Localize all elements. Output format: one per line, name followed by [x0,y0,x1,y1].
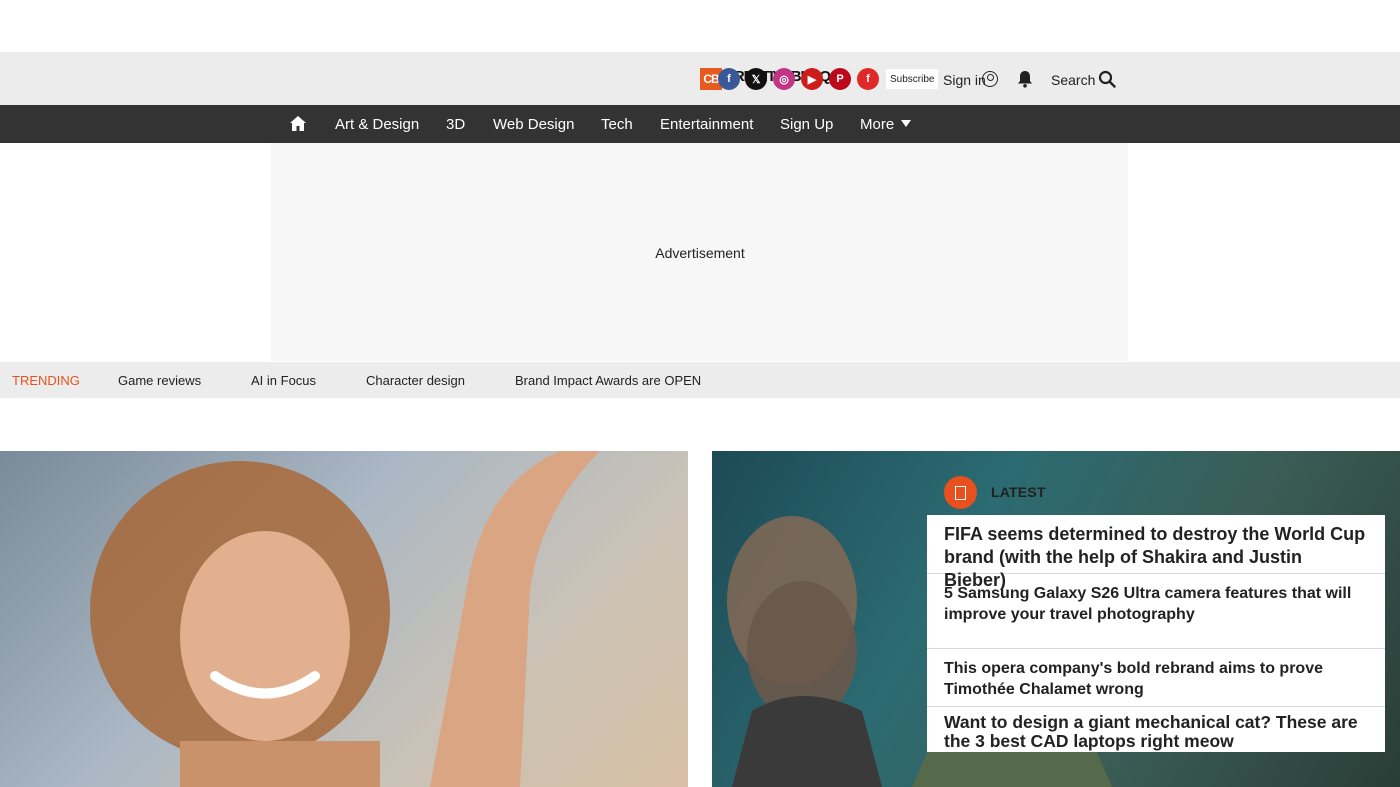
instagram-icon[interactable]: ◎ [773,68,795,90]
flipboard-icon[interactable]: f [857,68,879,90]
nav-item-web-design[interactable]: Web Design [493,116,574,133]
nav-item-3d[interactable]: 3D [446,116,465,133]
trending-link[interactable]: Character design [366,373,465,388]
trending-link[interactable]: AI in Focus [251,373,316,388]
nav-item-tech[interactable]: Tech [601,116,633,133]
latest-title: LATEST [991,484,1046,500]
nav-item-more[interactable]: More [860,116,894,133]
youtube-icon[interactable]: ▶ [801,68,823,90]
nav-item-art-design[interactable]: Art & Design [335,116,419,133]
latest-item[interactable]: Want to design a giant mechanical cat? T… [927,707,1385,752]
x-icon[interactable]: 𝕏 [745,68,767,90]
trending-link[interactable]: Game reviews [118,373,201,388]
bell-icon[interactable] [1017,70,1033,88]
latest-item[interactable]: This opera company's bold rebrand aims t… [927,649,1385,707]
trending-bar: TRENDING Game reviews AI in Focus Charac… [0,362,1400,398]
nav-item-entertainment[interactable]: Entertainment [660,116,753,133]
search-icon[interactable] [1098,70,1116,88]
latest-item[interactable]: FIFA seems determined to destroy the Wor… [927,515,1385,590]
signin-link[interactable]: Sign in [943,72,986,88]
nav-item-sign-up[interactable]: Sign Up [780,116,833,133]
main-nav: Art & Design 3D Web Design Tech Entertai… [0,105,1400,143]
logo-text: CB [703,72,719,86]
hero-image-left[interactable] [0,451,688,787]
search-label[interactable]: Search [1051,72,1095,88]
latest-icon [944,476,977,509]
user-icon[interactable] [982,71,998,87]
trending-link[interactable]: Brand Impact Awards are OPEN [515,373,701,388]
latest-item[interactable]: 5 Samsung Galaxy S26 Ultra camera featur… [927,574,1385,649]
home-icon[interactable] [289,115,307,132]
chevron-down-icon[interactable] [901,120,911,127]
subscribe-button[interactable]: Subscribe [886,69,939,89]
trending-label: TRENDING [12,373,80,388]
latest-header: LATEST [944,476,1384,512]
advertisement-label: Advertisement [655,245,745,261]
pinterest-icon[interactable]: P [829,68,851,90]
top-utility-bar: CB CREATIVEBLOQ f 𝕏 ◎ ▶ P f Subscribe Si… [0,52,1400,105]
hero-photo-illustration [90,451,600,787]
facebook-icon[interactable]: f [718,68,740,90]
latest-list: FIFA seems determined to destroy the Wor… [927,515,1385,752]
